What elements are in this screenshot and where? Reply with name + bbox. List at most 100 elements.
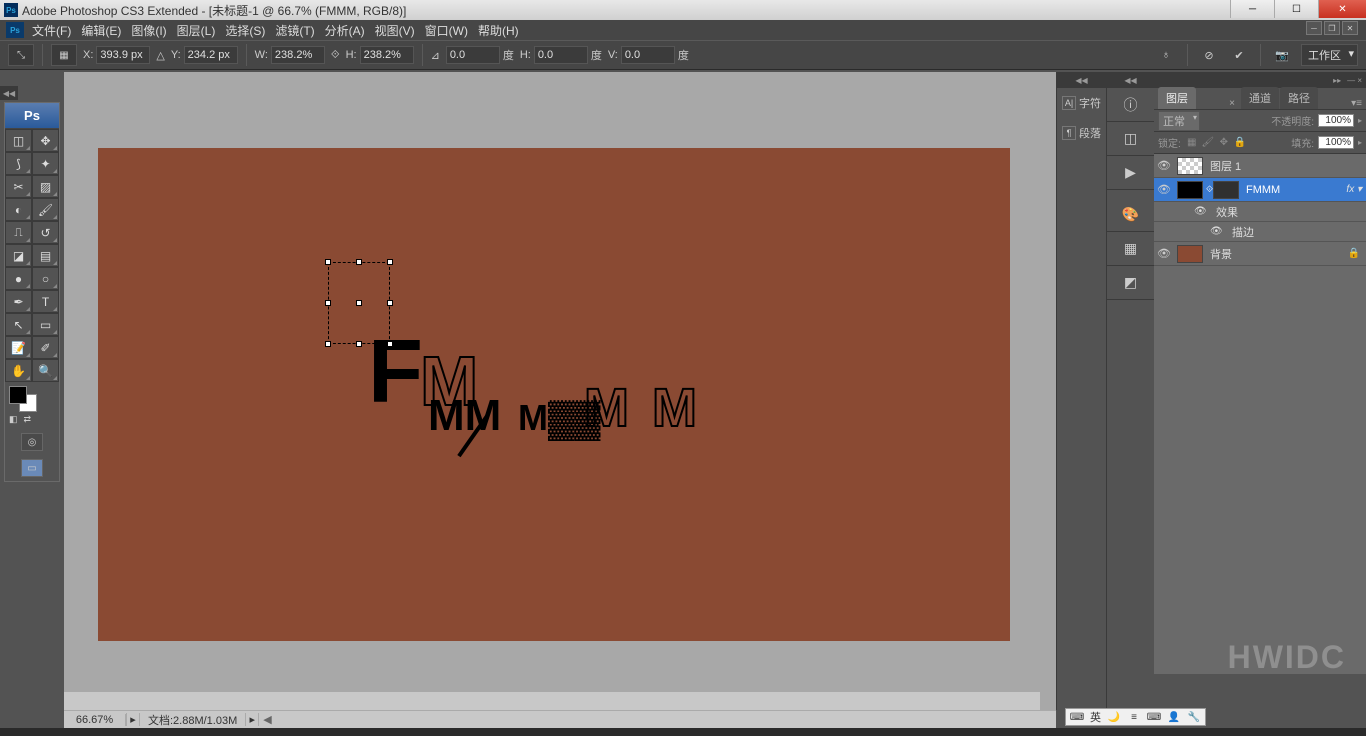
reference-point-icon[interactable]: ▦: [51, 44, 77, 66]
opacity-arrow-icon[interactable]: ▸: [1358, 116, 1362, 125]
notes-tool[interactable]: 📝: [5, 336, 32, 359]
doc-restore[interactable]: ❐: [1324, 21, 1340, 35]
visibility-icon[interactable]: 👁: [1154, 183, 1174, 196]
eraser-tool[interactable]: ◪: [5, 244, 32, 267]
layer-thumbnail[interactable]: [1177, 181, 1203, 199]
minimize-button[interactable]: ─: [1230, 0, 1274, 18]
brush-tool[interactable]: 🖌: [32, 198, 59, 221]
crop-tool[interactable]: ✂: [5, 175, 32, 198]
styles-panel-icon[interactable]: ◩: [1107, 266, 1154, 300]
status-menu-icon[interactable]: ▸: [245, 713, 259, 726]
ime-toolbar[interactable]: ⌨ 英 🌙 ≡ ⌨ 👤 🔧: [1065, 708, 1206, 726]
history-brush-tool[interactable]: ↺: [32, 221, 59, 244]
handle-bottom-right[interactable]: [387, 341, 393, 347]
menu-analysis[interactable]: 分析(A): [325, 22, 365, 39]
wand-tool[interactable]: ✦: [32, 152, 59, 175]
handle-bottom-left[interactable]: [325, 341, 331, 347]
canvas[interactable]: F M MM M▓▓ M M: [98, 148, 1010, 641]
tab-paths[interactable]: 路径: [1280, 87, 1318, 109]
layer-thumbnail[interactable]: [1177, 245, 1203, 263]
eyedropper-tool[interactable]: ✐: [32, 336, 59, 359]
color-panel-icon[interactable]: 🎨: [1107, 198, 1154, 232]
document-size[interactable]: 文档:2.88M/1.03M: [140, 712, 245, 728]
screen-mode-icon[interactable]: ▭: [21, 459, 43, 477]
menu-filter[interactable]: 滤镜(T): [275, 22, 314, 39]
warp-icon[interactable]: ♁: [1155, 45, 1177, 65]
menu-help[interactable]: 帮助(H): [478, 22, 519, 39]
foreground-color[interactable]: [9, 386, 27, 404]
scroll-left-icon[interactable]: ◀: [263, 713, 271, 726]
menu-select[interactable]: 选择(S): [225, 22, 265, 39]
visibility-icon[interactable]: 👁: [1154, 247, 1174, 260]
swatches-panel-icon[interactable]: ▦: [1107, 232, 1154, 266]
angle-field[interactable]: [446, 46, 500, 64]
doc-minimize[interactable]: ─: [1306, 21, 1322, 35]
visibility-icon[interactable]: 👁: [1210, 226, 1226, 237]
zoom-level[interactable]: 66.67%: [64, 714, 126, 726]
menu-image[interactable]: 图像(I): [131, 22, 166, 39]
menu-file[interactable]: 文件(F): [32, 22, 71, 39]
toolbox-collapse-toggle[interactable]: ◀◀: [0, 86, 18, 100]
default-colors-icon[interactable]: ◧: [9, 414, 18, 425]
fx-badge[interactable]: fx ▾: [1346, 184, 1362, 195]
ime-mode[interactable]: 英: [1090, 709, 1101, 725]
handle-center[interactable]: [356, 300, 362, 306]
slice-tool[interactable]: ▨: [32, 175, 59, 198]
skew-v-field[interactable]: [621, 46, 675, 64]
transform-tool-icon[interactable]: ⤡: [8, 44, 34, 66]
wrench-icon[interactable]: 🔧: [1187, 710, 1201, 724]
quick-mask-icon[interactable]: ◎: [21, 433, 43, 451]
panel-menu-icon[interactable]: ▾≡: [1351, 98, 1362, 109]
workspace-dropdown[interactable]: 工作区: [1301, 44, 1358, 66]
keyboard-icon[interactable]: ⌨: [1070, 710, 1084, 724]
actions-panel-icon[interactable]: ▶: [1107, 156, 1154, 190]
tab-channels[interactable]: 通道: [1241, 87, 1279, 109]
layer-row[interactable]: 👁 图层 1: [1154, 154, 1366, 178]
visibility-icon[interactable]: 👁: [1194, 206, 1210, 217]
histogram-panel-icon[interactable]: ◫: [1107, 122, 1154, 156]
hand-tool[interactable]: ✋: [5, 359, 32, 382]
moon-icon[interactable]: 🌙: [1107, 710, 1121, 724]
handle-top-center[interactable]: [356, 259, 362, 265]
blend-mode-dropdown[interactable]: 正常: [1158, 111, 1200, 131]
handle-mid-right[interactable]: [387, 300, 393, 306]
marquee-tool[interactable]: ◫: [5, 129, 32, 152]
person-icon[interactable]: 👤: [1167, 710, 1181, 724]
fx-stroke-row[interactable]: 👁 描边: [1154, 222, 1366, 242]
type-tool[interactable]: T: [32, 290, 59, 313]
lasso-tool[interactable]: ⟆: [5, 152, 32, 175]
transform-bounding-box[interactable]: [328, 262, 390, 344]
visibility-icon[interactable]: 👁: [1154, 159, 1174, 172]
move-tool[interactable]: ✥: [32, 129, 59, 152]
close-button[interactable]: ✕: [1318, 0, 1366, 18]
w-field[interactable]: [271, 46, 325, 64]
layer-row-background[interactable]: 👁 背景 🔒: [1154, 242, 1366, 266]
fill-arrow-icon[interactable]: ▸: [1358, 138, 1362, 147]
path-select-tool[interactable]: ↖: [5, 313, 32, 336]
layer-row-selected[interactable]: 👁 ⟐ FMMM fx ▾: [1154, 178, 1366, 202]
status-arrow-icon[interactable]: ▸: [126, 713, 140, 726]
info-panel-icon[interactable]: ⓘ: [1107, 88, 1154, 122]
fx-group-row[interactable]: 👁 效果: [1154, 202, 1366, 222]
panel-toggle-right[interactable]: ▸▸— ×: [1154, 72, 1366, 88]
blur-tool[interactable]: ●: [5, 267, 32, 290]
lock-transparent-icon[interactable]: ▦: [1185, 136, 1199, 150]
fill-field[interactable]: 100%: [1318, 136, 1354, 149]
gradient-tool[interactable]: ▤: [32, 244, 59, 267]
delta-icon[interactable]: △: [156, 49, 164, 62]
skew-h-field[interactable]: [534, 46, 588, 64]
character-panel-button[interactable]: A|字符: [1057, 88, 1106, 118]
handle-bottom-center[interactable]: [356, 341, 362, 347]
bridge-icon[interactable]: 📷: [1271, 45, 1293, 65]
tab-layers[interactable]: 图层: [1158, 87, 1196, 109]
horizontal-scrollbar[interactable]: [64, 692, 1040, 710]
opacity-field[interactable]: 100%: [1318, 114, 1354, 127]
pen-tool[interactable]: ✒: [5, 290, 32, 313]
heal-tool[interactable]: ◐: [5, 198, 32, 221]
x-field[interactable]: [96, 46, 150, 64]
menu-layer[interactable]: 图层(L): [177, 22, 216, 39]
h-field[interactable]: [360, 46, 414, 64]
menu-window[interactable]: 窗口(W): [425, 22, 468, 39]
stamp-tool[interactable]: ⎍: [5, 221, 32, 244]
mic-icon[interactable]: ⌨: [1147, 710, 1161, 724]
